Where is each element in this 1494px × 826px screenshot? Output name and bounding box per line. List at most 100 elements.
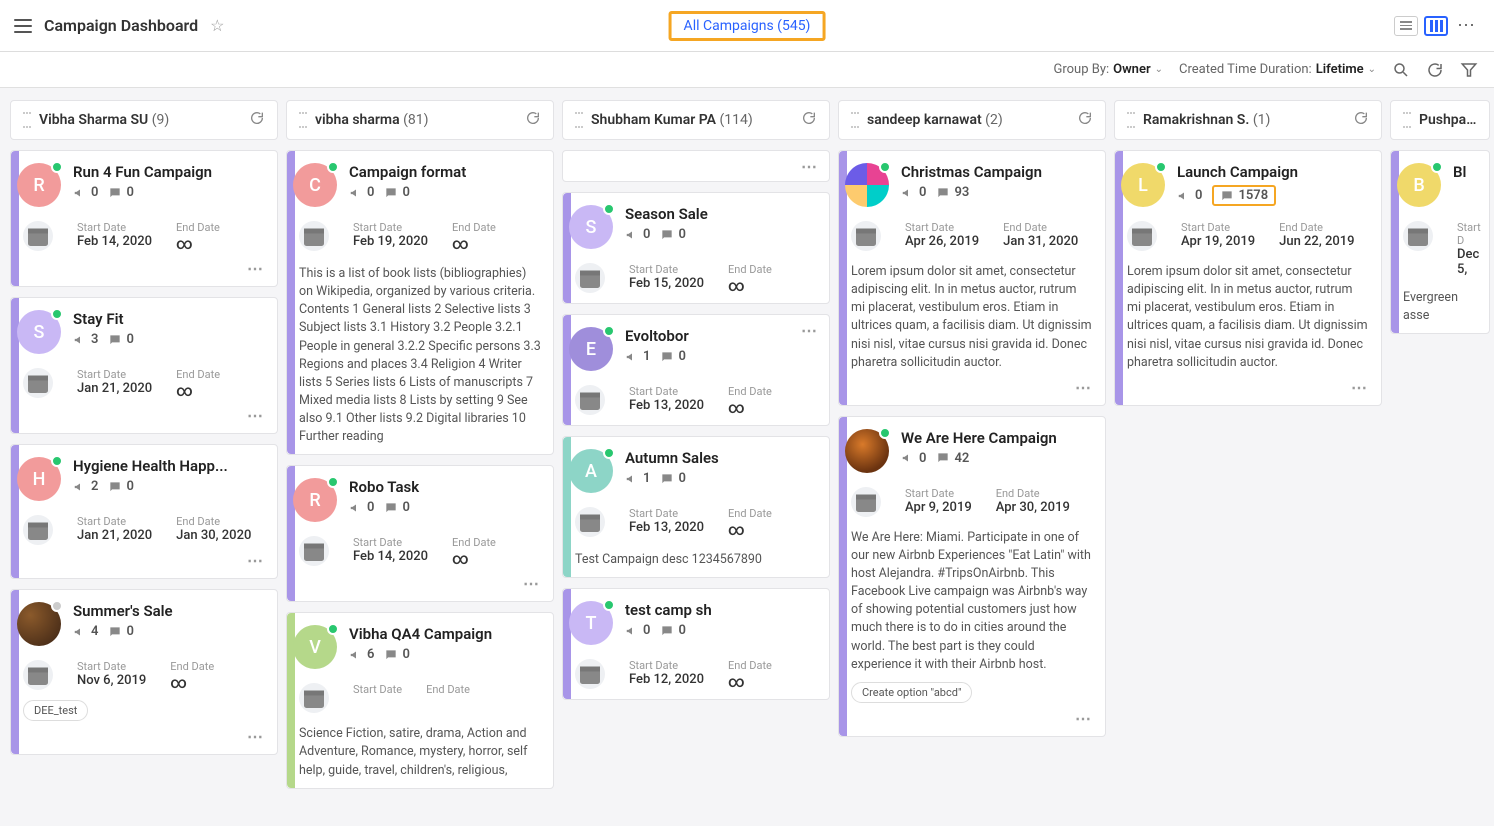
end-date-value: Jan 30, 2020: [176, 528, 251, 543]
end-date-value: ∞: [728, 520, 772, 539]
menu-icon[interactable]: [14, 19, 32, 33]
star-icon[interactable]: ☆: [210, 16, 224, 35]
chat-icon: [108, 333, 122, 347]
column-count: (1): [1253, 112, 1271, 128]
comment-count: 0: [384, 647, 409, 662]
end-date-label: End Date: [996, 487, 1070, 500]
card-more-icon[interactable]: ⋯: [851, 378, 1093, 397]
campaign-card[interactable]: Christmas Campaign093Start DateApr 26, 2…: [838, 150, 1106, 406]
card-title: Stay Fit: [73, 310, 265, 328]
column-header[interactable]: Pushpam QA: [1390, 100, 1490, 140]
start-date-value: Apr 19, 2019: [1181, 234, 1255, 249]
column-title: Ramakrishnan S. (1): [1143, 112, 1353, 128]
card-more-icon[interactable]: ⋯: [23, 551, 265, 570]
column-header[interactable]: Ramakrishnan S. (1): [1114, 100, 1382, 140]
card-more-icon[interactable]: ⋯: [299, 574, 541, 593]
campaign-card[interactable]: CCampaign format00Start DateFeb 19, 2020…: [286, 150, 554, 455]
campaign-card[interactable]: HHygiene Health Happ...20Start DateJan 2…: [10, 444, 278, 579]
broadcast-count: 0: [625, 623, 650, 638]
start-date-value: Feb 12, 2020: [629, 672, 704, 687]
broadcast-count: 0: [901, 185, 926, 200]
start-date-label: Start Date: [1181, 221, 1255, 234]
drag-handle-icon[interactable]: [575, 112, 583, 128]
status-dot: [603, 325, 615, 337]
status-dot: [51, 308, 63, 320]
card-more-icon[interactable]: ⋯: [23, 406, 265, 425]
status-dot: [879, 427, 891, 439]
column-refresh-icon[interactable]: [801, 110, 817, 130]
campaign-card[interactable]: We Are Here Campaign042Start DateApr 9, …: [838, 416, 1106, 737]
comment-count: 42: [936, 451, 969, 466]
campaign-card[interactable]: SStay Fit30Start DateJan 21, 2020End Dat…: [10, 297, 278, 434]
filterbar: Group By: Owner ⌄ Created Time Duration:…: [0, 52, 1494, 88]
group-by-filter[interactable]: Group By: Owner ⌄: [1053, 62, 1163, 77]
chevron-down-icon: ⌄: [1368, 64, 1376, 75]
board-view-button[interactable]: [1424, 16, 1448, 36]
drag-handle-icon[interactable]: [1127, 112, 1135, 128]
campaign-card[interactable]: Summer's Sale40Start DateNov 6, 2019End …: [10, 589, 278, 755]
campaign-card[interactable]: ⋯EEvoltobor10Start DateFeb 13, 2020End D…: [562, 314, 830, 426]
duration-filter[interactable]: Created Time Duration: Lifetime ⌄: [1179, 62, 1376, 77]
refresh-icon[interactable]: [1426, 61, 1444, 79]
column-refresh-icon[interactable]: [249, 110, 265, 130]
card-description: We Are Here: Miami. Participate in one o…: [851, 529, 1093, 674]
column-refresh-icon[interactable]: [1353, 110, 1369, 130]
search-icon[interactable]: [1392, 61, 1410, 79]
calendar-icon: [851, 487, 881, 517]
column-refresh-icon[interactable]: [1077, 110, 1093, 130]
start-date-value: Feb 14, 2020: [77, 234, 152, 249]
campaign-card[interactable]: Ttest camp sh00Start DateFeb 12, 2020End…: [562, 588, 830, 700]
end-date-value: Jun 22, 2019: [1279, 234, 1354, 249]
drag-handle-icon[interactable]: [23, 112, 31, 128]
card-more-icon[interactable]: ⋯: [1127, 378, 1369, 397]
list-view-button[interactable]: [1394, 16, 1418, 36]
end-date-label: End Date: [1279, 221, 1354, 234]
card-more-icon[interactable]: ⋯: [851, 709, 1093, 728]
campaign-card[interactable]: BBlStart DDec 5,Evergreen asse: [1390, 150, 1490, 334]
drag-handle-icon[interactable]: [851, 112, 859, 128]
end-date-label: End Date: [1003, 221, 1078, 234]
column-header[interactable]: vibha sharma (81): [286, 100, 554, 140]
column-refresh-icon[interactable]: [525, 110, 541, 130]
megaphone-icon: [349, 186, 363, 200]
campaign-card[interactable]: RRun 4 Fun Campaign00Start DateFeb 14, 2…: [10, 150, 278, 287]
drag-handle-icon[interactable]: [1403, 112, 1411, 128]
campaign-card[interactable]: AAutumn Sales10Start DateFeb 13, 2020End…: [562, 436, 830, 578]
campaign-card[interactable]: RRobo Task00Start DateFeb 14, 2020End Da…: [286, 465, 554, 602]
more-menu-button[interactable]: ⋯: [1454, 14, 1480, 38]
column-header[interactable]: Vibha Sharma SU (9): [10, 100, 278, 140]
calendar-icon: [23, 221, 53, 251]
start-date-label: Start Date: [353, 683, 402, 696]
column-header[interactable]: Shubham Kumar PA (114): [562, 100, 830, 140]
campaign-card[interactable]: ⋯: [562, 150, 830, 182]
chat-icon: [660, 624, 674, 638]
column-header[interactable]: sandeep karnawat (2): [838, 100, 1106, 140]
end-date-value: ∞: [176, 381, 220, 400]
filter-icon[interactable]: [1460, 61, 1478, 79]
comment-count: 0: [108, 332, 133, 347]
avatar: V: [293, 625, 337, 669]
column-body: ⋯ SSeason Sale00Start DateFeb 15, 2020End…: [562, 150, 830, 700]
end-date-label: End Date: [728, 507, 772, 520]
card-more-icon[interactable]: ⋯: [23, 727, 265, 746]
all-campaigns-button[interactable]: All Campaigns (545): [669, 11, 826, 41]
megaphone-icon: [73, 625, 87, 639]
broadcast-count: 6: [349, 647, 374, 662]
card-tag[interactable]: Create option "abcd": [851, 682, 972, 703]
chat-icon: [384, 501, 398, 515]
drag-handle-icon[interactable]: [299, 112, 307, 128]
campaign-card[interactable]: LLaunch Campaign01578Start DateApr 19, 2…: [1114, 150, 1382, 406]
card-title: Bl: [1453, 163, 1477, 181]
card-tag[interactable]: DEE_test: [23, 700, 88, 721]
duration-value: Lifetime: [1316, 62, 1364, 77]
campaign-card[interactable]: VVibha QA4 Campaign60Start DateEnd DateS…: [286, 612, 554, 788]
comment-count: 0: [384, 500, 409, 515]
calendar-icon: [23, 515, 53, 545]
card-more-icon[interactable]: ⋯: [801, 157, 819, 176]
comment-count: 0: [108, 479, 133, 494]
campaign-card[interactable]: SSeason Sale00Start DateFeb 15, 2020End …: [562, 192, 830, 304]
chat-icon: [660, 228, 674, 242]
comment-count: 0: [660, 623, 685, 638]
card-title: Summer's Sale: [73, 602, 265, 620]
card-more-icon[interactable]: ⋯: [23, 259, 265, 278]
